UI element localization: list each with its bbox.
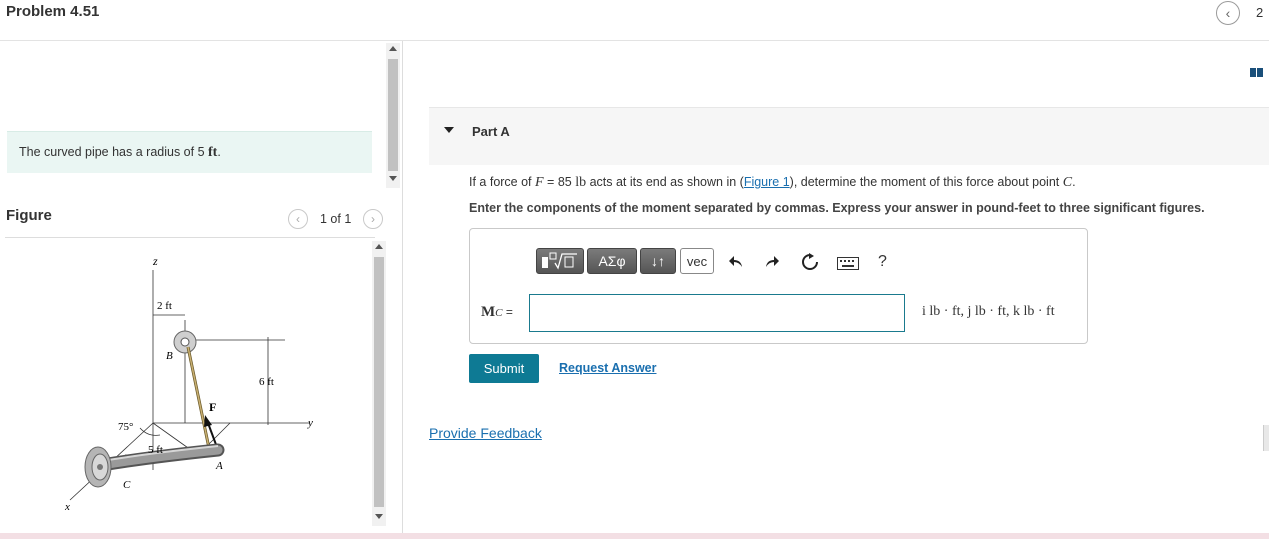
intro-scrollbar[interactable] — [386, 43, 400, 188]
label-A: A — [215, 460, 223, 472]
scrollbar-thumb[interactable] — [388, 59, 398, 171]
sqrt-template-icon — [542, 252, 577, 270]
reset-icon[interactable] — [799, 251, 821, 273]
answer-label: MC = — [481, 304, 513, 320]
undo-icon[interactable] — [726, 252, 746, 272]
figure-next-button[interactable]: › — [363, 209, 383, 229]
previous-problem-button[interactable]: ‹ — [1216, 1, 1240, 25]
answer-units: i lb · ft, j lb · ft, k lb · ft — [922, 304, 1055, 319]
scroll-down-icon[interactable] — [375, 514, 383, 519]
collapse-triangle-icon[interactable] — [444, 127, 454, 133]
intro-text: The curved pipe has a radius of 5 — [19, 145, 209, 159]
panel-divider — [402, 41, 403, 536]
chevron-left-icon: ‹ — [296, 212, 300, 226]
bottom-strip — [0, 533, 1269, 539]
label-F: F — [209, 400, 216, 414]
intro-period: . — [217, 145, 221, 159]
arrows-sort-button[interactable]: ↓↑ — [640, 248, 676, 274]
chevron-left-icon: ‹ — [1225, 5, 1231, 21]
label-y: y — [307, 417, 313, 429]
label-x: x — [64, 501, 70, 513]
figure-prev-button[interactable]: ‹ — [288, 209, 308, 229]
scrollbar-thumb[interactable] — [374, 257, 384, 507]
label-5ft: 5 ft — [148, 444, 163, 456]
part-a-header[interactable] — [429, 107, 1269, 165]
label-z: z — [152, 254, 158, 268]
chevron-right-icon: › — [371, 212, 375, 226]
redo-icon[interactable] — [762, 252, 782, 272]
figure-image: z 2 ft B 6 ft F 75° y 5 ft A C x — [64, 254, 313, 513]
answer-instructions: Enter the components of the moment separ… — [469, 201, 1205, 215]
figure-link[interactable]: Figure 1 — [744, 175, 790, 189]
scroll-up-icon[interactable] — [375, 244, 383, 249]
question-text: If a force of F = 85 lb acts at its end … — [469, 175, 1076, 190]
vector-button[interactable]: vec — [680, 248, 714, 274]
figure-scrollbar[interactable] — [372, 241, 386, 526]
keyboard-icon[interactable] — [836, 254, 860, 272]
label-C: C — [123, 479, 131, 491]
label-2ft: 2 ft — [157, 300, 172, 312]
figure-heading: Figure — [6, 207, 52, 224]
templates-button[interactable] — [536, 248, 584, 274]
help-icon[interactable]: ? — [878, 253, 887, 271]
problem-intro: The curved pipe has a radius of 5 ft. — [7, 131, 372, 173]
part-a-label: Part A — [472, 124, 510, 139]
figure-pager: 1 of 1 — [320, 212, 352, 226]
scroll-up-icon[interactable] — [389, 46, 397, 51]
problem-title: Problem 4.51 — [6, 3, 100, 20]
label-75deg: 75° — [118, 421, 133, 433]
figure-divider — [5, 237, 375, 238]
header-divider — [0, 40, 1269, 41]
book-icon[interactable] — [1250, 64, 1264, 82]
label-B: B — [166, 350, 173, 362]
request-answer-link[interactable]: Request Answer — [559, 361, 656, 375]
intro-unit: ft — [208, 145, 218, 160]
provide-feedback-link[interactable]: Provide Feedback — [429, 425, 542, 441]
submit-button[interactable]: Submit — [469, 354, 539, 383]
greek-symbols-button[interactable]: ΑΣφ — [587, 248, 637, 274]
label-6ft: 6 ft — [259, 376, 274, 388]
moment-answer-input[interactable] — [529, 294, 905, 332]
side-panel-handle[interactable] — [1263, 425, 1269, 451]
scroll-down-icon[interactable] — [389, 176, 397, 181]
page-indicator-fragment: 2 — [1256, 5, 1264, 20]
